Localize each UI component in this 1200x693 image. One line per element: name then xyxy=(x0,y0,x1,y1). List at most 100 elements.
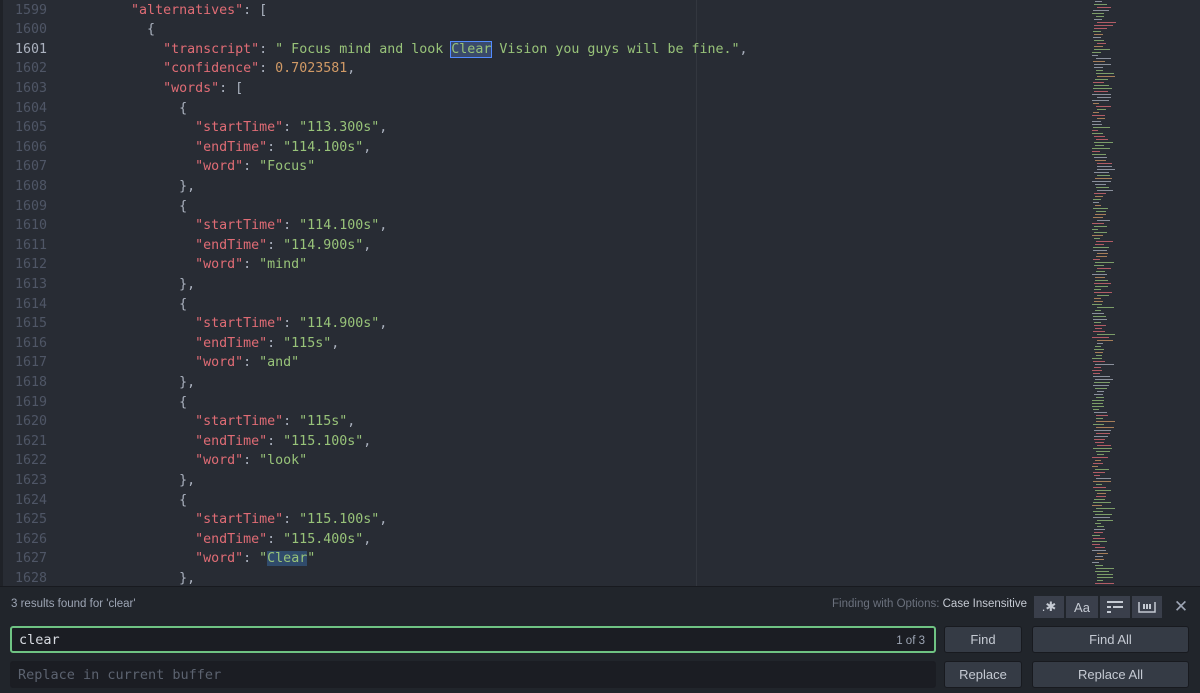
vertical-scrollbar[interactable] xyxy=(1188,0,1200,586)
minimap-line xyxy=(1092,370,1102,371)
find-all-button[interactable]: Find All xyxy=(1032,626,1189,653)
minimap-line xyxy=(1096,418,1103,419)
code-token: "Focus" xyxy=(259,159,316,175)
minimap-line xyxy=(1094,91,1108,92)
code-token: : xyxy=(259,41,276,57)
code-token: : xyxy=(267,237,284,253)
code-area[interactable]: "alternatives": [ { "transcript": " Focu… xyxy=(67,0,1087,586)
minimap-line xyxy=(1096,355,1102,356)
code-token: "startTime" xyxy=(195,316,284,332)
code-token: 0.7023581 xyxy=(275,61,348,77)
replace-all-button[interactable]: Replace All xyxy=(1032,661,1189,688)
line-number: 1612 xyxy=(14,257,47,273)
minimap-line xyxy=(1095,442,1104,443)
code-token: : [ xyxy=(243,2,268,18)
minimap-line xyxy=(1097,76,1115,77)
line-number: 1615 xyxy=(14,316,47,332)
code-token: "words" xyxy=(163,80,220,96)
close-icon[interactable]: ✕ xyxy=(1172,597,1190,617)
line-number-gutter[interactable]: 1599 1600 1601 1602 1603 1604 1605 1606 1607 1608… xyxy=(3,0,67,586)
code-line: }, xyxy=(67,373,1087,393)
code-token: : xyxy=(283,218,300,234)
minimap-line xyxy=(1096,478,1111,479)
minimap-line xyxy=(1096,451,1110,452)
minimap-line xyxy=(1094,430,1111,431)
find-options-summary: Finding with Options: Case Insensitive xyxy=(832,598,1027,610)
minimap-line xyxy=(1095,328,1102,329)
minimap-line xyxy=(1094,157,1107,158)
search-match: Clear xyxy=(450,40,493,58)
minimap-line xyxy=(1094,49,1110,50)
code-token: "endTime" xyxy=(195,335,268,351)
editor-pane[interactable]: 1599 1600 1601 1602 1603 1604 1605 1606 1607 1608… xyxy=(0,0,1200,586)
minimap-line xyxy=(1095,559,1104,560)
code-line: }, xyxy=(67,569,1087,586)
minimap-line xyxy=(1092,124,1102,125)
line-number: 1613 xyxy=(14,276,47,292)
code-line: "word": "look" xyxy=(67,451,1087,471)
minimap-line xyxy=(1093,82,1104,83)
minimap-line xyxy=(1097,220,1110,221)
line-number: 1610 xyxy=(14,218,47,234)
code-token: "word" xyxy=(195,453,244,469)
minimap-line xyxy=(1092,148,1110,149)
code-line: { xyxy=(67,20,1087,40)
code-token: : xyxy=(267,139,284,155)
minimap-line xyxy=(1095,310,1101,311)
code-token: "startTime" xyxy=(195,414,284,430)
minimap-line xyxy=(1092,52,1101,53)
code-line: }, xyxy=(67,275,1087,295)
code-line: "endTime": "114.900s", xyxy=(67,236,1087,256)
code-token: { xyxy=(67,100,188,116)
minimap-line xyxy=(1093,127,1110,128)
minimap-line xyxy=(1097,109,1106,110)
line-number: 1627 xyxy=(14,551,47,567)
minimap-line xyxy=(1093,409,1099,410)
minimap-line xyxy=(1093,385,1109,386)
code-token: "115.100s" xyxy=(299,512,380,528)
minimap-line xyxy=(1095,178,1112,179)
minimap-line xyxy=(1093,10,1109,11)
regex-toggle-button[interactable]: .✱ xyxy=(1034,596,1064,618)
minimap-line xyxy=(1096,397,1104,398)
results-summary: 3 results found for 'clear' xyxy=(11,598,136,610)
code-line: "startTime": "114.100s", xyxy=(67,216,1087,236)
replace-button[interactable]: Replace xyxy=(944,661,1022,688)
minimap-line xyxy=(1093,472,1105,473)
find-button[interactable]: Find xyxy=(944,626,1022,653)
minimap-line xyxy=(1093,463,1103,464)
minimap-line xyxy=(1092,505,1102,506)
minimap-line xyxy=(1095,145,1104,146)
minimap-line xyxy=(1094,232,1107,233)
code-token: : [ xyxy=(219,80,244,96)
find-input[interactable]: clear 1 of 3 xyxy=(10,626,936,653)
minimap-line xyxy=(1093,88,1112,89)
minimap-line xyxy=(1095,547,1105,548)
minimap-line xyxy=(1093,331,1105,332)
minimap-line xyxy=(1093,487,1106,488)
minimap-line xyxy=(1094,265,1104,266)
minimap[interactable] xyxy=(1090,0,1150,586)
in-selection-toggle-button[interactable] xyxy=(1100,596,1130,618)
whole-word-toggle-button[interactable] xyxy=(1132,596,1162,618)
minimap-line xyxy=(1096,70,1103,71)
code-token: { xyxy=(67,394,188,410)
code-token: "startTime" xyxy=(195,512,284,528)
minimap-line xyxy=(1096,106,1111,107)
minimap-line xyxy=(1097,445,1111,446)
minimap-line xyxy=(1095,571,1109,572)
minimap-line xyxy=(1095,346,1101,347)
code-token: : xyxy=(243,159,260,175)
code-token: "startTime" xyxy=(195,120,284,136)
code-line: "word": "mind" xyxy=(67,255,1087,275)
line-number: 1626 xyxy=(14,531,47,547)
minimap-line xyxy=(1096,421,1115,422)
code-token: }, xyxy=(67,276,196,292)
match-case-toggle-button[interactable]: Aa xyxy=(1066,596,1098,618)
replace-input[interactable]: Replace in current buffer xyxy=(10,661,936,688)
minimap-line xyxy=(1097,454,1104,455)
code-token: "115.100s" xyxy=(283,433,364,449)
minimap-line xyxy=(1094,529,1105,530)
